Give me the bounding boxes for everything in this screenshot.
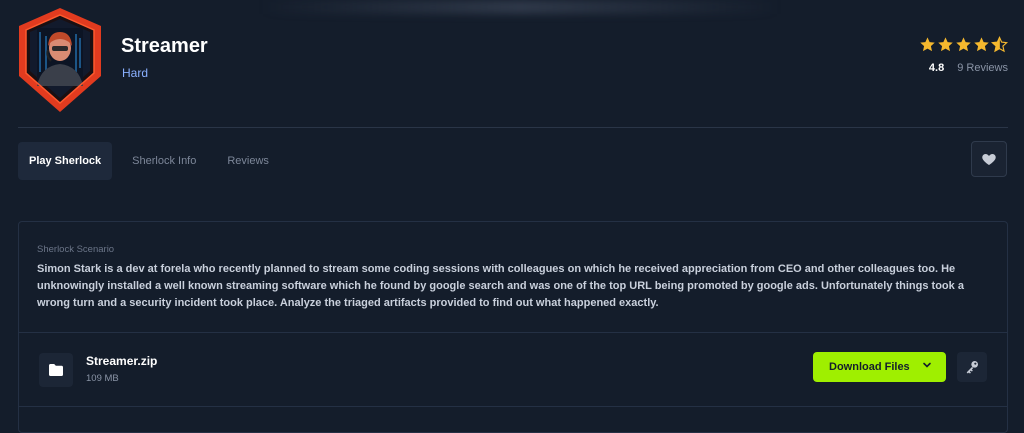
- favorite-button[interactable]: [971, 141, 1007, 177]
- key-icon: [966, 361, 978, 374]
- rating-value: 4.8: [928, 62, 945, 74]
- tab-sherlock-info[interactable]: Sherlock Info: [121, 142, 207, 180]
- star-icon: [974, 37, 989, 52]
- page-title: Streamer: [121, 35, 208, 57]
- scenario-card: Sherlock Scenario Simon Stark is a dev a…: [18, 221, 1008, 433]
- download-files-label: Download Files: [829, 361, 910, 373]
- tab-reviews[interactable]: Reviews: [216, 142, 280, 180]
- sherlock-logo: [19, 8, 101, 112]
- star-rating: [919, 36, 1008, 56]
- card-bottom-divider: [19, 406, 1007, 407]
- header-divider: [18, 127, 1008, 128]
- card-divider: [19, 332, 1007, 333]
- page-header: Streamer Hard 4.8 9 Reviews: [0, 0, 1024, 128]
- difficulty-label: Hard: [122, 66, 149, 80]
- star-icon: [956, 37, 971, 52]
- file-name: Streamer.zip: [86, 354, 158, 368]
- file-icon-container: [39, 353, 73, 387]
- scenario-label: Sherlock Scenario: [37, 244, 115, 255]
- rating-summary: 4.8 9 Reviews: [919, 36, 1008, 74]
- download-files-button[interactable]: Download Files: [813, 352, 946, 382]
- tab-bar: Play Sherlock Sherlock Info Reviews: [18, 142, 289, 180]
- folder-icon: [49, 364, 63, 376]
- tab-play-sherlock[interactable]: Play Sherlock: [18, 142, 113, 180]
- reviews-link[interactable]: 9 Reviews: [957, 62, 1008, 74]
- flag-key-button[interactable]: [957, 352, 987, 382]
- star-icon: [938, 37, 953, 52]
- scenario-description: Simon Stark is a dev at forela who recen…: [37, 263, 964, 309]
- half-star-icon: [991, 36, 1008, 53]
- heart-icon: [982, 154, 996, 165]
- star-icon: [920, 37, 935, 52]
- chevron-down-icon: [923, 362, 931, 368]
- file-size: 109 MB: [86, 373, 119, 384]
